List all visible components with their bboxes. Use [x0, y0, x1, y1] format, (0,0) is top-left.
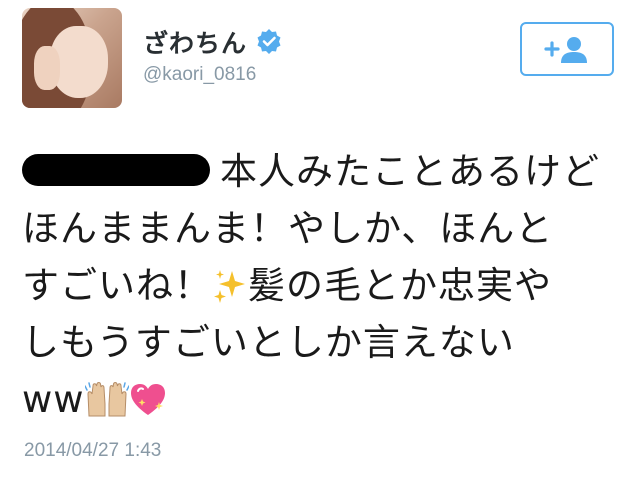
tweet-line: ww [22, 374, 622, 431]
follow-button[interactable] [520, 22, 614, 76]
user-handle[interactable]: @kaori_0816 [143, 64, 256, 86]
name-row: ざわちん [143, 24, 283, 60]
tweet-timestamp[interactable]: 2014/04/27 1:43 [24, 440, 161, 462]
raised-hands-emoji [83, 380, 130, 432]
tweet-line: 本人みたことあるけど [22, 146, 622, 203]
display-name[interactable]: ざわちん [143, 24, 247, 60]
tweet-line-text: すごいね！ [22, 264, 212, 307]
redaction-bar [22, 154, 210, 186]
tweet-line-text: しもうすごいとしか言えない [22, 321, 515, 364]
sparkling-heart-emoji [129, 380, 167, 432]
sparkles-emoji [212, 266, 248, 318]
tweet-line-text: 本人みたことあるけど [220, 150, 600, 193]
avatar-hand [34, 46, 60, 90]
verified-badge-icon [255, 28, 283, 56]
tweet-text: 本人みたことあるけど ほんままんま！やしか、ほんと すごいね！ 髪の毛とか忠実や… [22, 146, 622, 431]
tweet-line-text: ほんままんま！やしか、ほんと [22, 207, 554, 250]
tweet-line: すごいね！ 髪の毛とか忠実や [22, 260, 622, 317]
tweet-line-text: 髪の毛とか忠実や [248, 264, 552, 307]
tweet-line: ほんままんま！やしか、ほんと [22, 203, 622, 260]
tweet-line-text: ww [22, 378, 85, 421]
add-person-icon [544, 37, 587, 63]
tweet-line: しもうすごいとしか言えない [22, 317, 622, 374]
avatar[interactable] [22, 8, 122, 108]
